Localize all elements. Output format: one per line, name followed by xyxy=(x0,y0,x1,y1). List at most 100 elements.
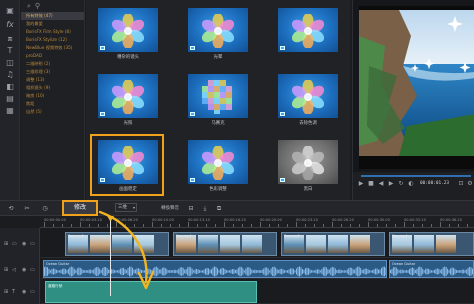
repeat-icon[interactable]: ↻ xyxy=(397,180,405,187)
modify-button[interactable]: 修改 xyxy=(62,200,98,216)
category-item[interactable]: 所有特效 (47) xyxy=(21,12,84,20)
effect-thumbnail xyxy=(98,74,158,118)
category-item[interactable]: 焦距 xyxy=(21,100,84,108)
ruler-tick-label: 00:00:03.10 xyxy=(80,218,102,222)
effect-type-icon xyxy=(190,46,195,50)
next-frame-icon[interactable]: ▶ xyxy=(387,180,395,187)
media-icon[interactable]: ▣ xyxy=(5,6,15,15)
effect-type-icon xyxy=(190,178,195,182)
undo-icon[interactable]: ⟲ xyxy=(6,204,16,214)
audio-waveform xyxy=(390,266,473,277)
ruler-tick-mark xyxy=(233,224,234,227)
track-menu-icon[interactable]: ▭ xyxy=(30,241,35,247)
timeline-ruler[interactable]: 00:00:00.00 00:00:03.10 00:00:06.20 00:00:1… xyxy=(40,216,474,228)
preview-scrubber[interactable] xyxy=(361,175,471,177)
stop-icon[interactable]: ■ xyxy=(367,180,375,187)
ruler-tick-mark xyxy=(305,224,306,227)
video-clip[interactable]: Sea.mp4 xyxy=(281,232,385,256)
effect-label: 马赛克 xyxy=(211,121,225,126)
split-icon[interactable]: ▤ xyxy=(5,94,15,103)
effect-tile[interactable]: 色彩调整 xyxy=(182,136,252,194)
category-item[interactable]: 二维映射 (2) xyxy=(21,60,84,68)
snap-icon[interactable]: ⤓ xyxy=(200,204,210,214)
lock-icon[interactable]: ⊞ xyxy=(4,289,8,295)
mode-dropdown[interactable]: 三维 ▾ xyxy=(115,203,137,212)
audio-icon[interactable]: ♫ xyxy=(5,70,15,79)
category-item[interactable]: 相机镜头 (9) xyxy=(21,84,84,92)
ruler-tick-mark xyxy=(215,224,216,227)
category-item[interactable]: BorisFX Stylize (12) xyxy=(21,36,84,44)
ruler-tick-mark xyxy=(314,224,315,227)
effect-tile[interactable]: 嘈杂的镜头 xyxy=(92,4,162,62)
category-item[interactable]: 暗房 (10) xyxy=(21,92,84,100)
category-item[interactable]: 自然 (5) xyxy=(21,108,84,116)
fx-icon[interactable]: fx xyxy=(5,20,15,29)
convert-audio-button[interactable]: 轉換聲音 xyxy=(150,204,190,214)
text-icon[interactable]: T xyxy=(5,46,15,55)
snapshot-icon[interactable]: ⊡ xyxy=(457,180,465,187)
effect-label: 嘈杂的镜头 xyxy=(117,55,139,60)
title-clip[interactable]: 道路行驶 xyxy=(45,281,257,303)
effect-tile[interactable] xyxy=(272,4,342,62)
volume-icon[interactable]: ◐ xyxy=(407,180,415,187)
category-item[interactable]: 我的最愛 xyxy=(21,20,84,28)
effect-tile[interactable]: 黑白 xyxy=(272,136,342,194)
clip-frame-thumbnail xyxy=(350,235,370,253)
settings-icon[interactable]: ⚙ xyxy=(466,180,474,187)
effect-label: 光照 xyxy=(123,121,133,126)
lock-icon[interactable]: ⊞ xyxy=(4,267,8,273)
effect-tile[interactable]: 画面稳定 xyxy=(90,134,164,196)
ruler-tick-mark xyxy=(152,222,153,227)
ruler-tick-mark xyxy=(287,224,288,227)
ruler-tick-mark xyxy=(53,224,54,227)
ruler-tick-mark xyxy=(440,222,441,227)
ruler-tick-mark xyxy=(107,224,108,227)
ruler-tick-mark xyxy=(341,224,342,227)
play-icon[interactable]: ▶ xyxy=(357,180,365,187)
mute-icon[interactable]: ◉ xyxy=(22,267,26,273)
category-item[interactable]: NewBlue 视频特效 (35) xyxy=(21,44,84,52)
ruler-tick-mark xyxy=(116,222,117,227)
category-item[interactable]: BorisFX Film Style (8) xyxy=(21,28,84,36)
title-clip-name: 道路行驶 xyxy=(48,284,63,288)
track-menu-icon[interactable]: ▭ xyxy=(30,267,35,273)
ruler-tick-mark xyxy=(431,224,432,227)
audio-track: Ocean Guitar Ocean Guitar xyxy=(41,259,474,279)
lock-icon[interactable]: ⊞ xyxy=(4,241,8,247)
effect-tile[interactable]: 光照 xyxy=(92,70,162,128)
audio-clip[interactable]: Ocean Guitar xyxy=(43,260,387,278)
effect-tile[interactable]: 光晕 xyxy=(182,4,252,62)
video-clip[interactable]: Sea.mp4 xyxy=(65,232,169,256)
video-clip[interactable]: Sea.mp4 xyxy=(389,232,474,256)
copy-icon[interactable]: ⧉ xyxy=(214,204,224,214)
category-item[interactable]: 三维纹理 (3) xyxy=(21,68,84,76)
track-menu-icon[interactable]: ▭ xyxy=(30,289,35,295)
playhead[interactable] xyxy=(107,216,114,296)
overlay-icon[interactable]: ◫ xyxy=(5,58,15,67)
visibility-icon[interactable]: ◉ xyxy=(22,241,26,247)
effect-tile[interactable]: 去除色调 xyxy=(272,70,342,128)
effect-tile[interactable]: 马赛克 xyxy=(182,70,252,128)
audio-clip[interactable]: Ocean Guitar xyxy=(389,260,474,278)
clock-icon[interactable]: ◷ xyxy=(40,204,50,214)
ruler-tick-mark xyxy=(134,224,135,227)
ruler-tick-mark xyxy=(413,224,414,227)
ruler-tick-label: 00:00:33.10 xyxy=(404,218,426,222)
search-icon[interactable]: ⚲ xyxy=(35,2,40,10)
prev-frame-icon[interactable]: ◀ xyxy=(377,180,385,187)
visibility-icon[interactable]: ◉ xyxy=(22,289,26,295)
ruler-tick-mark xyxy=(197,224,198,227)
category-item[interactable]: proDAD xyxy=(21,52,84,60)
category-item[interactable]: 调整 (13) xyxy=(21,76,84,84)
ruler-tick-mark xyxy=(98,224,99,227)
transition-icon[interactable]: ⧈ xyxy=(5,34,15,43)
ruler-tick-mark xyxy=(404,222,405,227)
effect-type-icon xyxy=(190,112,195,116)
element-icon[interactable]: ◧ xyxy=(5,82,15,91)
scissors-icon[interactable]: ✂ xyxy=(22,204,32,214)
ruler-tick-mark xyxy=(125,224,126,227)
split-clip-icon[interactable]: ⊟ xyxy=(186,204,196,214)
template-icon[interactable]: ▦ xyxy=(5,106,15,115)
preview-timecode: 00:00:01.23 xyxy=(420,181,450,186)
video-clip[interactable]: Sea.mp4 xyxy=(173,232,277,256)
